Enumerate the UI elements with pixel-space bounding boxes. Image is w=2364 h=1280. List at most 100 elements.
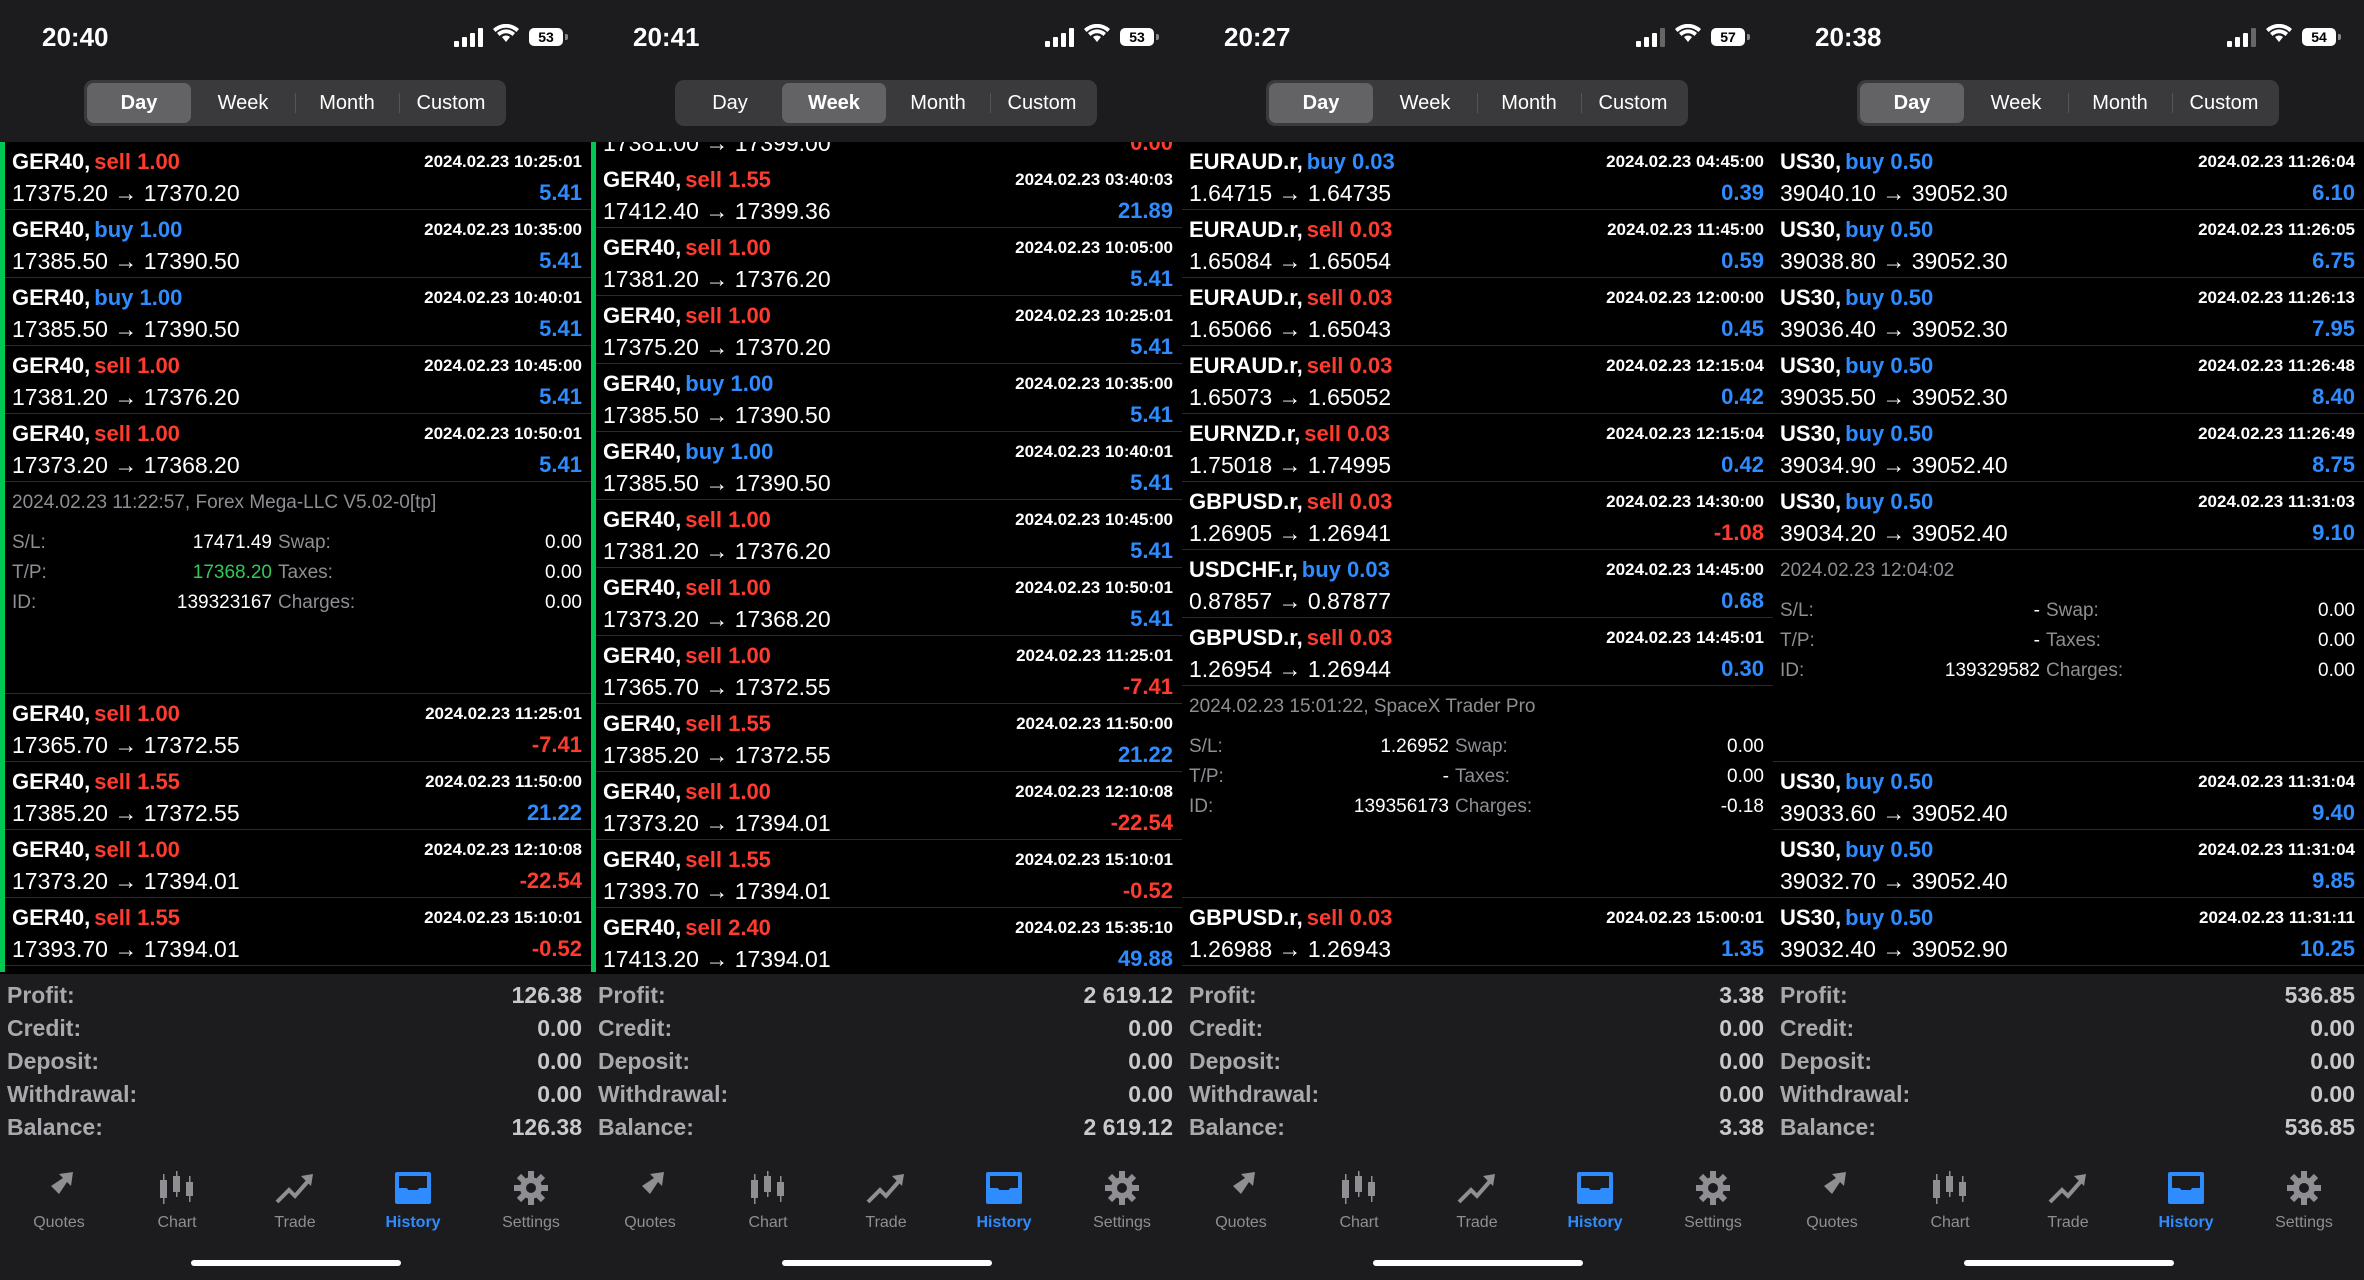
tabbar-trade[interactable]: Trade <box>1422 1168 1532 1232</box>
tab-month[interactable]: Month <box>1477 83 1581 123</box>
list-item[interactable]: GER40, buy 1.00 2024.02.23 10:40:01 17385.5… <box>596 432 1182 500</box>
tab-week[interactable]: Week <box>191 83 295 123</box>
list-item[interactable]: GBPUSD.r, sell 0.03 2024.02.23 14:45:01 1.2… <box>1182 618 1773 686</box>
deals-list[interactable]: GER40, sell 1.00 2024.02.23 10:25:01 17375.… <box>0 142 591 972</box>
period-segmented-control: Day Week Month Custom <box>1266 80 1688 126</box>
list-item[interactable]: GBPUSD.r, sell 0.03 2024.02.23 15:00:01 1.2… <box>1182 898 1773 966</box>
tab-day[interactable]: Day <box>678 83 782 123</box>
home-indicator[interactable] <box>1964 1260 2174 1266</box>
tab-custom[interactable]: Custom <box>399 83 503 123</box>
tab-week[interactable]: Week <box>1373 83 1477 123</box>
tabbar-settings[interactable]: Settings <box>1067 1168 1177 1232</box>
list-item[interactable]: GER40, sell 1.00 2024.02.23 10:25:01 17375.… <box>5 142 591 210</box>
list-item[interactable]: US30, buy 0.50 2024.02.23 11:31:04 39033.60… <box>1773 762 2364 830</box>
tab-week[interactable]: Week <box>1964 83 2068 123</box>
tab-day[interactable]: Day <box>87 83 191 123</box>
tab-custom[interactable]: Custom <box>1581 83 1685 123</box>
tabbar-settings[interactable]: Settings <box>1658 1168 1768 1232</box>
tab-day[interactable]: Day <box>1860 83 1964 123</box>
bottom-tab-bar: Quotes Chart Trade History Settings <box>591 1154 1182 1280</box>
deal-volume: 0.50 <box>1890 353 1934 378</box>
list-item[interactable]: US30, buy 0.50 2024.02.23 11:26:13 39036.40… <box>1773 278 2364 346</box>
list-item[interactable]: GER40, sell 1.00 2024.02.23 12:10:08 17373.… <box>596 772 1182 840</box>
home-indicator[interactable] <box>191 1260 401 1266</box>
tabbar-history[interactable]: History <box>358 1168 468 1232</box>
list-item[interactable]: US30, buy 0.50 2024.02.23 11:31:04 39032.70… <box>1773 830 2364 898</box>
tab-week[interactable]: Week <box>782 83 886 123</box>
list-item[interactable]: US30, buy 0.50 2024.02.23 11:26:49 39034.90… <box>1773 414 2364 482</box>
list-item[interactable]: GER40, buy 1.00 2024.02.23 10:35:00 17385.5… <box>596 364 1182 432</box>
tabbar-history[interactable]: History <box>2131 1168 2241 1232</box>
list-item[interactable]: GER40, sell 1.00 2024.02.23 11:25:01 17365.… <box>5 694 591 762</box>
list-item[interactable]: EURAUD.r, sell 0.03 2024.02.23 11:45:00 1.6… <box>1182 210 1773 278</box>
deal-symbol: US30, <box>1780 769 1842 794</box>
list-item[interactable]: GER40, sell 1.00 2024.02.23 10:45:00 17381.… <box>5 346 591 414</box>
deals-list[interactable]: 17381.00 → 17399.00 0.00 GER40, sell 1.55 20… <box>591 142 1182 972</box>
list-item[interactable]: GBPUSD.r,sell 0.032024.02.23 15:15:001.2… <box>1182 966 1773 972</box>
tabbar-trade[interactable]: Trade <box>831 1168 941 1232</box>
list-item[interactable]: US30, buy 0.50 2024.02.23 11:31:11 39032.40… <box>1773 898 2364 966</box>
list-item[interactable]: US30, buy 0.50 2024.02.23 11:31:03 39034.20… <box>1773 482 2364 550</box>
tabbar-settings[interactable]: Settings <box>476 1168 586 1232</box>
tabbar-label: Settings <box>1093 1214 1151 1231</box>
list-item[interactable]: GER40,sell 2.402024.02.23 15:35:1017413.… <box>596 908 1182 972</box>
list-item[interactable]: GER40,sell 2.402024.02.23 15:35:1017413.… <box>5 966 591 972</box>
deal-prices: 17393.70 → 17394.01 <box>603 878 831 904</box>
tab-month[interactable]: Month <box>295 83 399 123</box>
tab-month[interactable]: Month <box>2068 83 2172 123</box>
deal-volume: 0.50 <box>1890 489 1934 514</box>
tabbar-trade[interactable]: Trade <box>240 1168 350 1232</box>
tabbar-quotes[interactable]: Quotes <box>1186 1168 1296 1232</box>
home-indicator[interactable] <box>782 1260 992 1266</box>
list-item[interactable]: GER40, buy 1.00 2024.02.23 10:40:01 17385.5… <box>5 278 591 346</box>
tab-day[interactable]: Day <box>1269 83 1373 123</box>
list-item[interactable]: EURAUD.r, sell 0.03 2024.02.23 12:15:04 1.6… <box>1182 346 1773 414</box>
detail-label-swap: Swap: <box>1455 736 1508 757</box>
list-item[interactable]: GER40, sell 1.00 2024.02.23 10:45:00 17381.… <box>596 500 1182 568</box>
tabbar-settings[interactable]: Settings <box>2249 1168 2359 1232</box>
list-item[interactable]: GER40, sell 1.55 2024.02.23 15:10:01 17393.… <box>596 840 1182 908</box>
tabbar-quotes[interactable]: Quotes <box>1777 1168 1887 1232</box>
list-item[interactable]: GER40, sell 1.00 2024.02.23 10:50:01 17373.… <box>596 568 1182 636</box>
tabbar-label: Trade <box>865 1214 907 1231</box>
deal-time: 2024.02.23 10:35:00 <box>424 220 582 239</box>
list-item[interactable]: GER40, sell 1.00 2024.02.23 12:10:08 17373.… <box>5 830 591 898</box>
list-item[interactable]: EURAUD.r, sell 0.03 2024.02.23 12:00:00 1.6… <box>1182 278 1773 346</box>
tabbar-quotes[interactable]: Quotes <box>4 1168 114 1232</box>
tabbar-chart[interactable]: Chart <box>713 1168 823 1232</box>
list-item[interactable]: US30,buy 0.502024.02.23 11:40:0839031.30… <box>1773 966 2364 972</box>
list-item[interactable]: US30, buy 0.50 2024.02.23 11:26:04 39040.10… <box>1773 142 2364 210</box>
list-item[interactable]: US30, buy 0.50 2024.02.23 11:26:48 39035.50… <box>1773 346 2364 414</box>
tabbar-history[interactable]: History <box>1540 1168 1650 1232</box>
list-item[interactable]: GBPUSD.r, sell 0.03 2024.02.23 14:30:00 1.2… <box>1182 482 1773 550</box>
tabbar-history[interactable]: History <box>949 1168 1059 1232</box>
list-item[interactable]: GER40, sell 1.55 2024.02.23 11:50:00 17385.… <box>596 704 1182 772</box>
tabbar-chart[interactable]: Chart <box>122 1168 232 1232</box>
tabbar-chart[interactable]: Chart <box>1895 1168 2005 1232</box>
tab-custom[interactable]: Custom <box>2172 83 2276 123</box>
deals-list[interactable]: US30, buy 0.50 2024.02.23 11:26:04 39040.10… <box>1773 142 2364 972</box>
list-item[interactable]: GER40, sell 1.00 2024.02.23 11:25:01 17365.… <box>596 636 1182 704</box>
list-item[interactable]: GER40, buy 1.00 2024.02.23 10:35:00 17385.5… <box>5 210 591 278</box>
list-item[interactable]: GER40, sell 1.00 2024.02.23 10:25:01 17375.… <box>596 296 1182 364</box>
detail-value-sl: - <box>2033 600 2040 621</box>
summary-value: 0.00 <box>2310 1081 2355 1107</box>
tab-month[interactable]: Month <box>886 83 990 123</box>
list-item[interactable]: GER40, sell 1.00 2024.02.23 10:50:01 17373.… <box>5 414 591 482</box>
detail-value-id: 139356173 <box>1353 796 1449 817</box>
list-item[interactable]: GER40, sell 1.55 2024.02.23 11:50:00 17385.… <box>5 762 591 830</box>
list-item[interactable]: EURAUD.r, buy 0.03 2024.02.23 04:45:00 1.64… <box>1182 142 1773 210</box>
list-item[interactable]: GER40, sell 1.55 2024.02.23 03:40:03 17412.… <box>596 160 1182 228</box>
tabbar-trade[interactable]: Trade <box>2013 1168 2123 1232</box>
tab-custom[interactable]: Custom <box>990 83 1094 123</box>
deals-list[interactable]: EURAUD.r, buy 0.03 2024.02.23 04:45:00 1.64… <box>1182 142 1773 972</box>
tabbar-quotes[interactable]: Quotes <box>595 1168 705 1232</box>
list-item[interactable]: US30, buy 0.50 2024.02.23 11:26:05 39038.80… <box>1773 210 2364 278</box>
tabbar-chart[interactable]: Chart <box>1304 1168 1414 1232</box>
list-item[interactable]: EURNZD.r, sell 0.03 2024.02.23 12:15:04 1.7… <box>1182 414 1773 482</box>
home-indicator[interactable] <box>1373 1260 1583 1266</box>
list-item[interactable]: GER40, sell 1.00 2024.02.23 10:05:00 17381.… <box>596 228 1182 296</box>
deal-symbol: GER40, <box>603 711 682 736</box>
list-item[interactable]: USDCHF.r, buy 0.03 2024.02.23 14:45:00 0.87… <box>1182 550 1773 618</box>
list-item[interactable]: GER40, sell 1.55 2024.02.23 15:10:01 17393.… <box>5 898 591 966</box>
